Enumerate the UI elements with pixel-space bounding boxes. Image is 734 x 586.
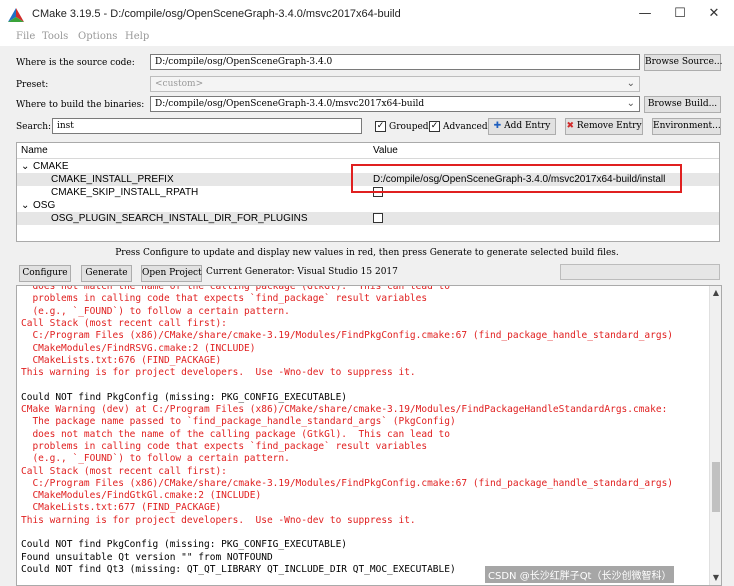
menu-file[interactable]: File — [16, 31, 35, 42]
annotation-highlight-box — [351, 164, 682, 193]
configure-button[interactable]: Configure — [19, 265, 71, 282]
grouped-checkbox[interactable]: ✓ — [375, 121, 386, 132]
generate-button[interactable]: Generate — [81, 265, 132, 282]
expand-chevron-icon[interactable]: ⌄ — [21, 160, 29, 173]
log-line: does not match the name of the calling p… — [21, 285, 450, 292]
close-button[interactable]: ✕ — [706, 6, 722, 22]
browse-source-button[interactable]: Browse Source... — [644, 54, 722, 71]
add-entry-button[interactable]: ✚ Add Entry — [488, 118, 556, 135]
log-line: Could NOT find Qt3 (missing: QT_QT_LIBRA… — [21, 563, 456, 575]
tree-row-name: OSG — [33, 200, 56, 211]
menu-tools[interactable]: Tools — [42, 31, 68, 42]
log-line: CMakeLists.txt:676 (FIND_PACKAGE) — [21, 354, 222, 366]
window-title: CMake 3.19.5 - D:/compile/osg/OpenSceneG… — [32, 8, 401, 20]
csdn-watermark: CSDN @长沙红胖子Qt（长沙创微智科） — [485, 566, 675, 583]
log-line: C:/Program Files (x86)/CMake/share/cmake… — [21, 477, 674, 489]
cmake-logo-icon — [8, 8, 24, 22]
plugin-search-install-checkbox[interactable] — [373, 213, 383, 223]
build-path-combo[interactable]: D:/compile/osg/OpenSceneGraph-3.4.0/msvc… — [150, 96, 640, 112]
tree-row-name: OSG_PLUGIN_SEARCH_INSTALL_DIR_FOR_PLUGIN… — [51, 213, 308, 224]
log-line: Could NOT find PkgConfig (missing: PKG_C… — [21, 539, 348, 551]
log-scrollbar[interactable]: ▲ ▼ — [709, 286, 721, 585]
maximize-button[interactable]: ☐ — [672, 6, 688, 22]
log-line: Call Stack (most recent call first): — [21, 317, 227, 329]
remove-icon: ✖ — [566, 121, 574, 131]
tree-row-name: CMAKE_SKIP_INSTALL_RPATH — [51, 187, 199, 198]
tree-group-osg[interactable]: ⌄ OSG — [17, 199, 719, 212]
tree-row[interactable]: OSG_PLUGIN_SEARCH_INSTALL_DIR_FOR_PLUGIN… — [17, 212, 719, 225]
advanced-label: Advanced — [443, 122, 488, 132]
build-label: Where to build the binaries: — [16, 100, 145, 110]
source-path-field[interactable]: D:/compile/osg/OpenSceneGraph-3.4.0 — [150, 54, 640, 70]
log-line: This warning is for project developers. … — [21, 367, 416, 379]
browse-build-button[interactable]: Browse Build... — [644, 96, 721, 113]
chevron-down-icon: ⌄ — [626, 98, 635, 109]
current-generator-label: Current Generator: Visual Studio 15 2017 — [206, 267, 398, 277]
log-line: CMakeLists.txt:677 (FIND_PACKAGE) — [21, 502, 222, 514]
log-line: problems in calling code that expects `f… — [21, 293, 428, 305]
tree-row-name: CMAKE_INSTALL_PREFIX — [51, 174, 174, 185]
tree-header: Name Value — [17, 143, 719, 159]
menu-help[interactable]: Help — [125, 31, 149, 42]
value-column-header[interactable]: Value — [373, 145, 398, 156]
tree-row-name: CMAKE — [33, 161, 69, 172]
scrollbar-thumb[interactable] — [712, 462, 720, 512]
menu-options[interactable]: Options — [78, 31, 117, 42]
name-column-header[interactable]: Name — [21, 145, 48, 156]
title-bar: CMake 3.19.5 - D:/compile/osg/OpenSceneG… — [0, 0, 734, 30]
log-line: Could NOT find PkgConfig (missing: PKG_C… — [21, 391, 348, 403]
environment-button[interactable]: Environment... — [652, 118, 721, 135]
source-label: Where is the source code: — [16, 58, 135, 68]
chevron-down-icon: ⌄ — [626, 78, 635, 89]
log-line: CMakeModules/FindGtkGl.cmake:2 (INCLUDE) — [21, 490, 262, 502]
minimize-button[interactable]: — — [637, 6, 653, 22]
log-line: This warning is for project developers. … — [21, 514, 416, 526]
search-input[interactable]: inst — [52, 118, 362, 134]
build-path-value: D:/compile/osg/OpenSceneGraph-3.4.0/msvc… — [155, 99, 425, 109]
preset-value: <custom> — [155, 79, 204, 89]
open-project-button[interactable]: Open Project — [141, 265, 202, 282]
scroll-down-icon[interactable]: ▼ — [711, 573, 721, 582]
progress-bar — [560, 264, 720, 280]
log-line: C:/Program Files (x86)/CMake/share/cmake… — [21, 330, 674, 342]
search-label: Search: — [16, 122, 52, 132]
plus-icon: ✚ — [493, 121, 502, 131]
log-line: CMake Warning (dev) at C:/Program Files … — [21, 404, 668, 415]
log-line: does not match the name of the calling p… — [21, 428, 450, 440]
expand-chevron-icon[interactable]: ⌄ — [21, 199, 29, 212]
log-line: Call Stack (most recent call first): — [21, 465, 227, 477]
preset-label: Preset: — [16, 80, 49, 90]
scroll-up-icon[interactable]: ▲ — [711, 288, 721, 297]
log-line: (e.g., `_FOUND`) to follow a certain pat… — [21, 305, 290, 317]
advanced-checkbox[interactable]: ✓ — [429, 121, 440, 132]
log-line: Found unsuitable Qt version "" from NOTF… — [21, 551, 273, 563]
log-line: CMakeModules/FindRSVG.cmake:2 (INCLUDE) — [21, 342, 256, 354]
configure-hint: Press Configure to update and display ne… — [115, 248, 619, 258]
menu-bar: File Tools Options Help — [0, 30, 734, 46]
log-line: The package name passed to `find_package… — [21, 416, 456, 428]
remove-entry-label: Remove Entry — [576, 121, 642, 131]
log-line: problems in calling code that expects `f… — [21, 440, 428, 452]
add-entry-label: Add Entry — [504, 121, 551, 131]
preset-select[interactable]: <custom> ⌄ — [150, 76, 640, 92]
log-line: (e.g., `_FOUND`) to follow a certain pat… — [21, 453, 290, 465]
output-log[interactable]: does not match the name of the calling p… — [16, 285, 722, 586]
grouped-label: Grouped — [389, 122, 429, 132]
remove-entry-button[interactable]: ✖ Remove Entry — [565, 118, 643, 135]
